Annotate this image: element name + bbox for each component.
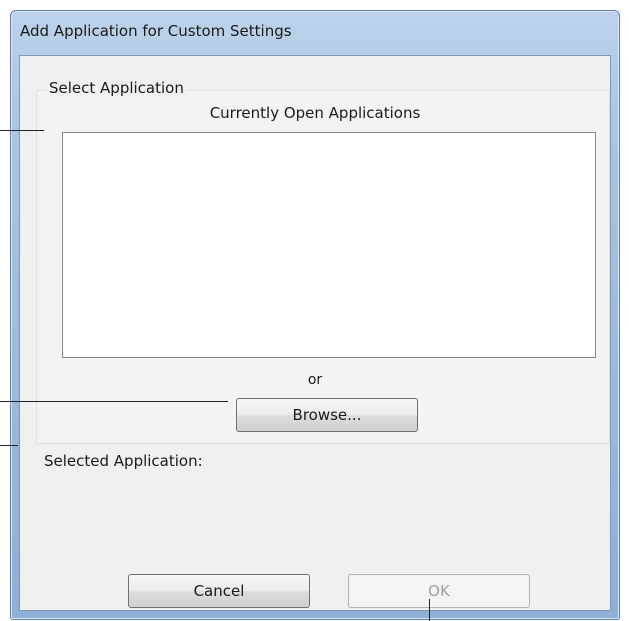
callout-line-list [0, 130, 44, 131]
callout-line-ok [429, 599, 430, 621]
selected-application-label: Selected Application: [44, 452, 203, 470]
browse-button[interactable]: Browse... [236, 398, 418, 432]
or-text: or [307, 372, 323, 388]
dialog-title: Add Application for Custom Settings [20, 22, 292, 40]
callout-line-browse [0, 401, 228, 402]
open-applications-heading: Currently Open Applications [209, 104, 421, 122]
dialog-window: Add Application for Custom Settings Sele… [10, 10, 620, 620]
callout-line-selected [0, 445, 18, 446]
open-applications-list[interactable] [62, 132, 596, 358]
select-application-label: Select Application [47, 79, 186, 97]
cancel-button[interactable]: Cancel [128, 574, 310, 608]
ok-button: OK [348, 574, 530, 608]
dialog-client-area: Select Application Currently Open Applic… [19, 55, 611, 611]
title-bar[interactable]: Add Application for Custom Settings [11, 11, 619, 53]
page: Add Application for Custom Settings Sele… [0, 0, 629, 621]
